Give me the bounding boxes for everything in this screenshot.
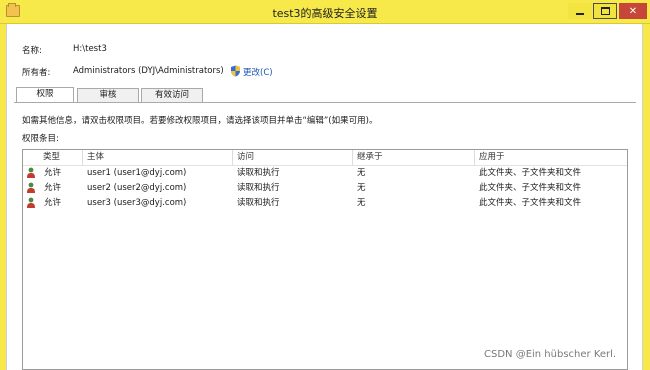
cell-type: 允许 [44,168,62,178]
minimize-button[interactable] [568,3,592,19]
maximize-icon [600,7,610,15]
column-header-principal[interactable]: 主体 [83,150,233,165]
hint-text: 如需其他信息，请双击权限项目。若要修改权限项目，请选择该项目并单击“编辑”(如果… [22,116,378,126]
entries-label: 权限条目: [22,134,59,144]
window-title: test3的高级安全设置 [272,7,378,20]
cell-type: 允许 [44,198,62,208]
user-icon [27,167,35,178]
window-border-right [643,24,650,370]
tab-effective-access[interactable]: 有效访问 [141,88,203,103]
change-owner-link[interactable]: 更改(C) [243,66,273,78]
close-button[interactable]: ✕ [619,3,647,19]
cell-access: 读取和执行 [237,183,280,193]
column-header-type[interactable]: 类型 [39,150,83,165]
cell-inherited: 无 [357,168,366,178]
cell-type: 允许 [44,183,62,193]
tab-auditing[interactable]: 审核 [77,88,139,103]
cell-principal: user1 (user1@dyj.com) [87,168,187,178]
owner-label: 所有者: [22,68,51,78]
cell-applies: 此文件夹、子文件夹和文件 [479,168,582,178]
column-header-applies[interactable]: 应用于 [475,150,627,165]
shield-icon [231,65,240,77]
cell-applies: 此文件夹、子文件夹和文件 [479,198,582,208]
column-header-access[interactable]: 访问 [233,150,353,165]
user-icon [27,197,35,208]
cell-access: 读取和执行 [237,168,280,178]
close-icon: ✕ [628,5,638,17]
minimize-icon [576,12,584,15]
cell-principal: user2 (user2@dyj.com) [87,183,187,193]
title-bar[interactable]: test3的高级安全设置 ✕ [0,0,650,24]
permission-entries-list[interactable]: 类型 主体 访问 继承于 应用于 允许 user1 (user1@dyj.com… [22,149,628,370]
owner-value: Administrators (DYJ\Administrators) [73,66,224,76]
name-label: 名称: [22,46,42,56]
tab-permissions[interactable]: 权限 [16,87,74,103]
tab-divider [14,102,636,103]
cell-inherited: 无 [357,198,366,208]
tab-label: 权限 [36,89,54,99]
user-icon [27,182,35,193]
name-value: H:\test3 [73,44,107,54]
cell-principal: user3 (user3@dyj.com) [87,198,187,208]
cell-access: 读取和执行 [237,198,280,208]
cell-inherited: 无 [357,183,366,193]
cell-applies: 此文件夹、子文件夹和文件 [479,183,582,193]
column-header-inherited[interactable]: 继承于 [353,150,475,165]
watermark-text: CSDN @Ein hübscher Kerl. [484,349,617,360]
tab-label: 有效访问 [154,90,189,100]
maximize-button[interactable] [593,3,617,19]
tab-label: 审核 [99,90,117,100]
